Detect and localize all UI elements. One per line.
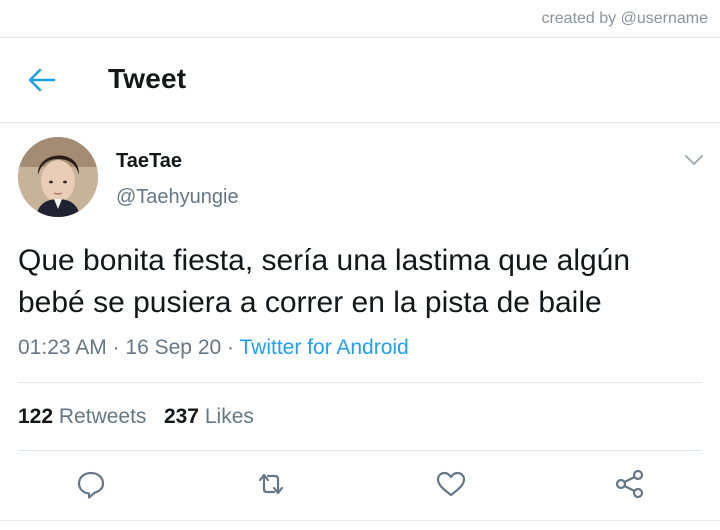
like-button[interactable]: [435, 468, 467, 500]
reply-icon: [77, 471, 105, 499]
likes-count: 237: [163, 405, 199, 428]
meta-separator: ·: [227, 336, 235, 359]
divider: [18, 382, 702, 383]
chevron-down-icon: [685, 155, 703, 165]
divider: [18, 450, 702, 451]
tweet-menu-button[interactable]: [683, 152, 705, 168]
heart-icon: [436, 471, 466, 497]
likes-stat[interactable]: 237 Likes: [164, 405, 254, 428]
top-bar: Tweet: [0, 38, 720, 122]
divider: [0, 122, 720, 123]
back-button[interactable]: [27, 67, 57, 93]
share-button[interactable]: [614, 468, 646, 500]
meta-separator: ·: [112, 336, 120, 359]
share-icon: [615, 469, 644, 499]
tweet-date: 16 Sep 20: [125, 336, 222, 359]
retweets-count: 122: [18, 405, 54, 428]
reply-button[interactable]: [75, 468, 107, 500]
page-title: Tweet: [108, 63, 187, 94]
likes-label: Likes: [204, 405, 254, 428]
display-name[interactable]: TaeTae: [116, 150, 182, 173]
retweet-button[interactable]: [255, 468, 287, 500]
retweet-icon: [258, 473, 284, 495]
profile-photo: [18, 137, 98, 217]
tweet-time: 01:23 AM: [18, 336, 107, 359]
user-handle[interactable]: @Taehyungie: [116, 186, 239, 209]
divider: [0, 520, 720, 521]
retweets-label: Retweets: [58, 405, 147, 428]
tweet-stats: 122 Retweets 237 Likes: [18, 405, 254, 429]
tweet-source-link[interactable]: Twitter for Android: [240, 336, 409, 359]
watermark-credit: created by @username: [541, 10, 708, 27]
arrow-left-icon: [28, 68, 56, 92]
retweets-stat[interactable]: 122 Retweets: [18, 405, 152, 428]
avatar[interactable]: [18, 137, 98, 217]
tweet-meta: 01:23 AM · 16 Sep 20 · Twitter for Andro…: [18, 336, 409, 360]
tweet-text: Que bonita fiesta, sería una lastima que…: [18, 244, 631, 319]
